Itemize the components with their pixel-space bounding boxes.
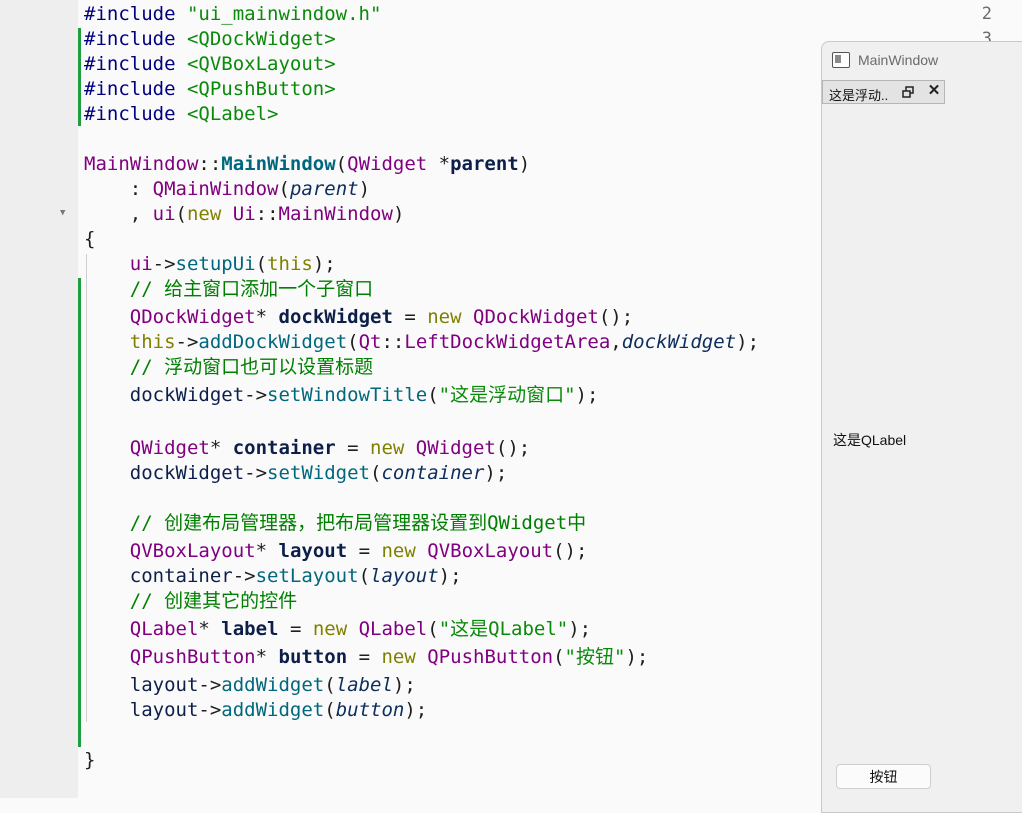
code-line-14[interactable]: QDockWidget* dockWidget = new QDockWidge… xyxy=(84,306,633,328)
title-bar[interactable]: MainWindow xyxy=(822,42,1022,80)
code-line-27[interactable]: QPushButton* button = new QPushButton("按… xyxy=(84,646,649,668)
code-line-8[interactable]: MainWindow::MainWindow(QWidget *parent) xyxy=(84,153,530,175)
code-line-24[interactable]: container->setLayout(layout); xyxy=(84,565,462,587)
code-line-28[interactable]: layout->addWidget(label); xyxy=(84,674,416,696)
main-window[interactable]: MainWindow 这是浮动.. ✕ 这是QLabel 按钮 xyxy=(821,41,1022,813)
float-restore-icon[interactable] xyxy=(901,85,915,99)
qlabel: 这是QLabel xyxy=(833,432,907,448)
dock-widget-titlebar[interactable]: 这是浮动.. ✕ xyxy=(822,80,945,104)
line-number-gutter xyxy=(0,0,78,798)
change-marker xyxy=(78,278,81,747)
code-line-19[interactable]: QWidget* container = new QWidget(); xyxy=(84,437,530,459)
code-line-17[interactable]: dockWidget->setWindowTitle("这是浮动窗口"); xyxy=(84,384,599,406)
code-line-25[interactable]: // 创建其它的控件 xyxy=(84,590,297,612)
change-marker xyxy=(78,28,81,126)
close-icon[interactable]: ✕ xyxy=(927,83,941,98)
push-button[interactable]: 按钮 xyxy=(836,764,931,789)
code-line-29[interactable]: layout->addWidget(button); xyxy=(84,699,427,721)
code-line-5[interactable]: #include <QPushButton> xyxy=(84,78,336,100)
code-line-13[interactable]: // 给主窗口添加一个子窗口 xyxy=(84,278,373,300)
code-line-6[interactable]: #include <QLabel> xyxy=(84,103,278,125)
code-line-2[interactable]: #include "ui_mainwindow.h" xyxy=(84,3,381,25)
dock-title: 这是浮动.. xyxy=(829,88,889,103)
code-line-22[interactable]: // 创建布局管理器，把布局管理器设置到QWidget中 xyxy=(84,512,586,534)
code-line-26[interactable]: QLabel* label = new QLabel("这是QLabel"); xyxy=(84,618,591,640)
code-line-15[interactable]: this->addDockWidget(Qt::LeftDockWidgetAr… xyxy=(84,331,759,353)
fold-arrow-icon[interactable]: ▼ xyxy=(60,208,65,218)
code-line-23[interactable]: QVBoxLayout* layout = new QVBoxLayout(); xyxy=(84,540,588,562)
code-line-11[interactable]: { xyxy=(84,228,95,250)
code-line-16[interactable]: // 浮动窗口也可以设置标题 xyxy=(84,356,373,378)
code-line-9[interactable]: : QMainWindow(parent) xyxy=(84,178,370,200)
window-icon xyxy=(832,52,850,68)
code-line-4[interactable]: #include <QVBoxLayout> xyxy=(84,53,336,75)
code-line-31[interactable]: } xyxy=(84,749,95,771)
code-line-10[interactable]: , ui(new Ui::MainWindow) xyxy=(84,203,405,225)
window-title: MainWindow xyxy=(858,52,939,68)
line-number: 2 xyxy=(981,4,992,24)
code-line-12[interactable]: ui->setupUi(this); xyxy=(84,253,336,275)
code-line-3[interactable]: #include <QDockWidget> xyxy=(84,28,336,50)
code-line-20[interactable]: dockWidget->setWidget(container); xyxy=(84,462,508,484)
